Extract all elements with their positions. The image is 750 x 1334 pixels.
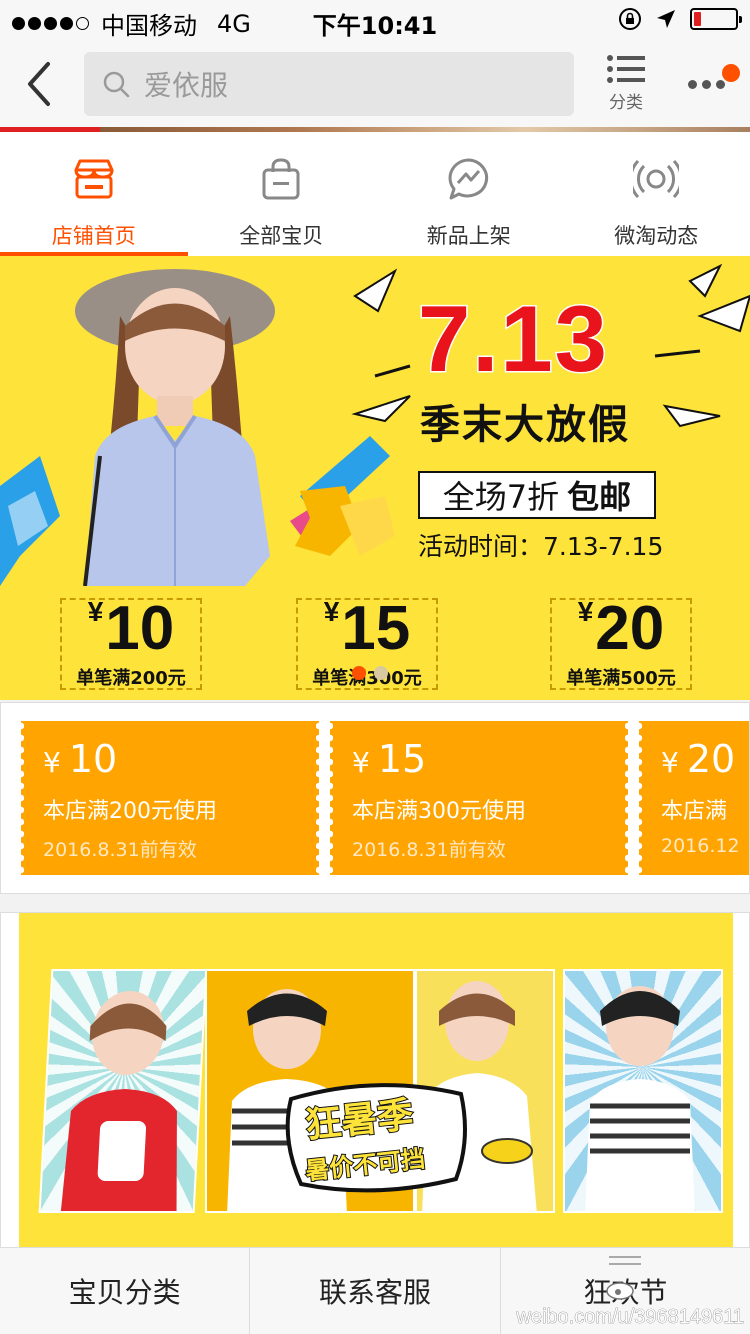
back-icon[interactable] [20, 58, 60, 110]
search-input[interactable]: 爱依服 [84, 52, 574, 116]
banner-coupon: ¥20 单笔满500元 [550, 598, 692, 690]
tab-label: 店铺首页 [51, 224, 136, 248]
location-icon [657, 10, 675, 28]
promo-banner[interactable]: 7.13 季末大放假 全场7折 包邮 活动时间：7.13-7.15 ¥10 单笔… [0, 256, 750, 700]
model-panel [38, 969, 208, 1213]
more-icon [688, 80, 725, 89]
summer-banner[interactable]: 狂暑季 暑价不可挡 [19, 913, 733, 1253]
pager-dot[interactable] [374, 666, 388, 680]
coupon-strip: ¥10 本店满200元使用 2016.8.31前有效 ¥15 本店满300元使用… [0, 702, 750, 894]
summer-banner-card: 狂暑季 暑价不可挡 [0, 912, 750, 1253]
model-red-shirt [60, 991, 177, 1213]
store-icon [74, 159, 114, 199]
orientation-lock-icon [619, 8, 641, 30]
coupon-card[interactable]: ¥15 本店满300元使用 2016.8.31前有效 [327, 721, 631, 875]
search-placeholder: 爱依服 [144, 69, 229, 102]
promo-text: 全场7折 [442, 478, 560, 516]
banner-subtitle: 季末大放假 [420, 402, 630, 448]
promo-box: 全场7折 包邮 [418, 471, 656, 519]
tab-store-home[interactable]: 店铺首页 [0, 132, 188, 256]
menu-icon [609, 1256, 642, 1270]
bag-icon [262, 158, 300, 200]
banner-pager[interactable] [352, 666, 388, 680]
watermark: weibo.com/u/3968149611 [516, 1306, 744, 1329]
tab-weitao-feed[interactable]: 微淘动态 [563, 132, 750, 256]
notification-dot [722, 64, 740, 82]
promo-bold: 包邮 [567, 478, 632, 516]
coupon-card[interactable]: ¥20 本店满 2016.12 [636, 721, 749, 875]
banner-coupon: ¥10 单笔满200元 [60, 598, 202, 690]
category-button[interactable]: 分类 [600, 54, 652, 113]
more-button[interactable] [684, 64, 740, 104]
pager-dot[interactable] [352, 666, 366, 680]
model-panel [563, 969, 723, 1213]
list-icon [607, 55, 645, 83]
item-categories-button[interactable]: 宝贝分类 [0, 1248, 251, 1334]
bottom-label: 联系客服 [318, 1276, 431, 1309]
promo-period: 活动时间：7.13-7.15 [418, 532, 664, 561]
tab-label: 新品上架 [426, 224, 511, 248]
chat-lightning-icon [448, 158, 488, 200]
tab-new-arrivals[interactable]: 新品上架 [375, 132, 563, 256]
tab-all-items[interactable]: 全部宝贝 [188, 132, 376, 256]
model-stripe-top [585, 986, 695, 1211]
banner-title: 7.13 [417, 285, 609, 393]
weibo-icon [606, 1282, 634, 1300]
broadcast-icon [633, 159, 680, 199]
status-bar: 中国移动 4G 下午10:41 [0, 0, 750, 40]
nav-bar: 爱依服 分类 [0, 40, 750, 128]
shop-tabs: 店铺首页 全部宝贝 新品上架 微淘动态 [0, 132, 750, 256]
tab-label: 微淘动态 [614, 224, 699, 248]
contact-service-button[interactable]: 联系客服 [250, 1248, 501, 1334]
search-icon [103, 71, 130, 98]
tab-label: 全部宝贝 [239, 224, 324, 248]
category-label: 分类 [609, 93, 643, 113]
battery-icon [690, 8, 742, 30]
coupon-card[interactable]: ¥10 本店满200元使用 2016.8.31前有效 [18, 721, 322, 875]
bottom-label: 宝贝分类 [68, 1276, 181, 1309]
model-illustration [75, 269, 275, 586]
